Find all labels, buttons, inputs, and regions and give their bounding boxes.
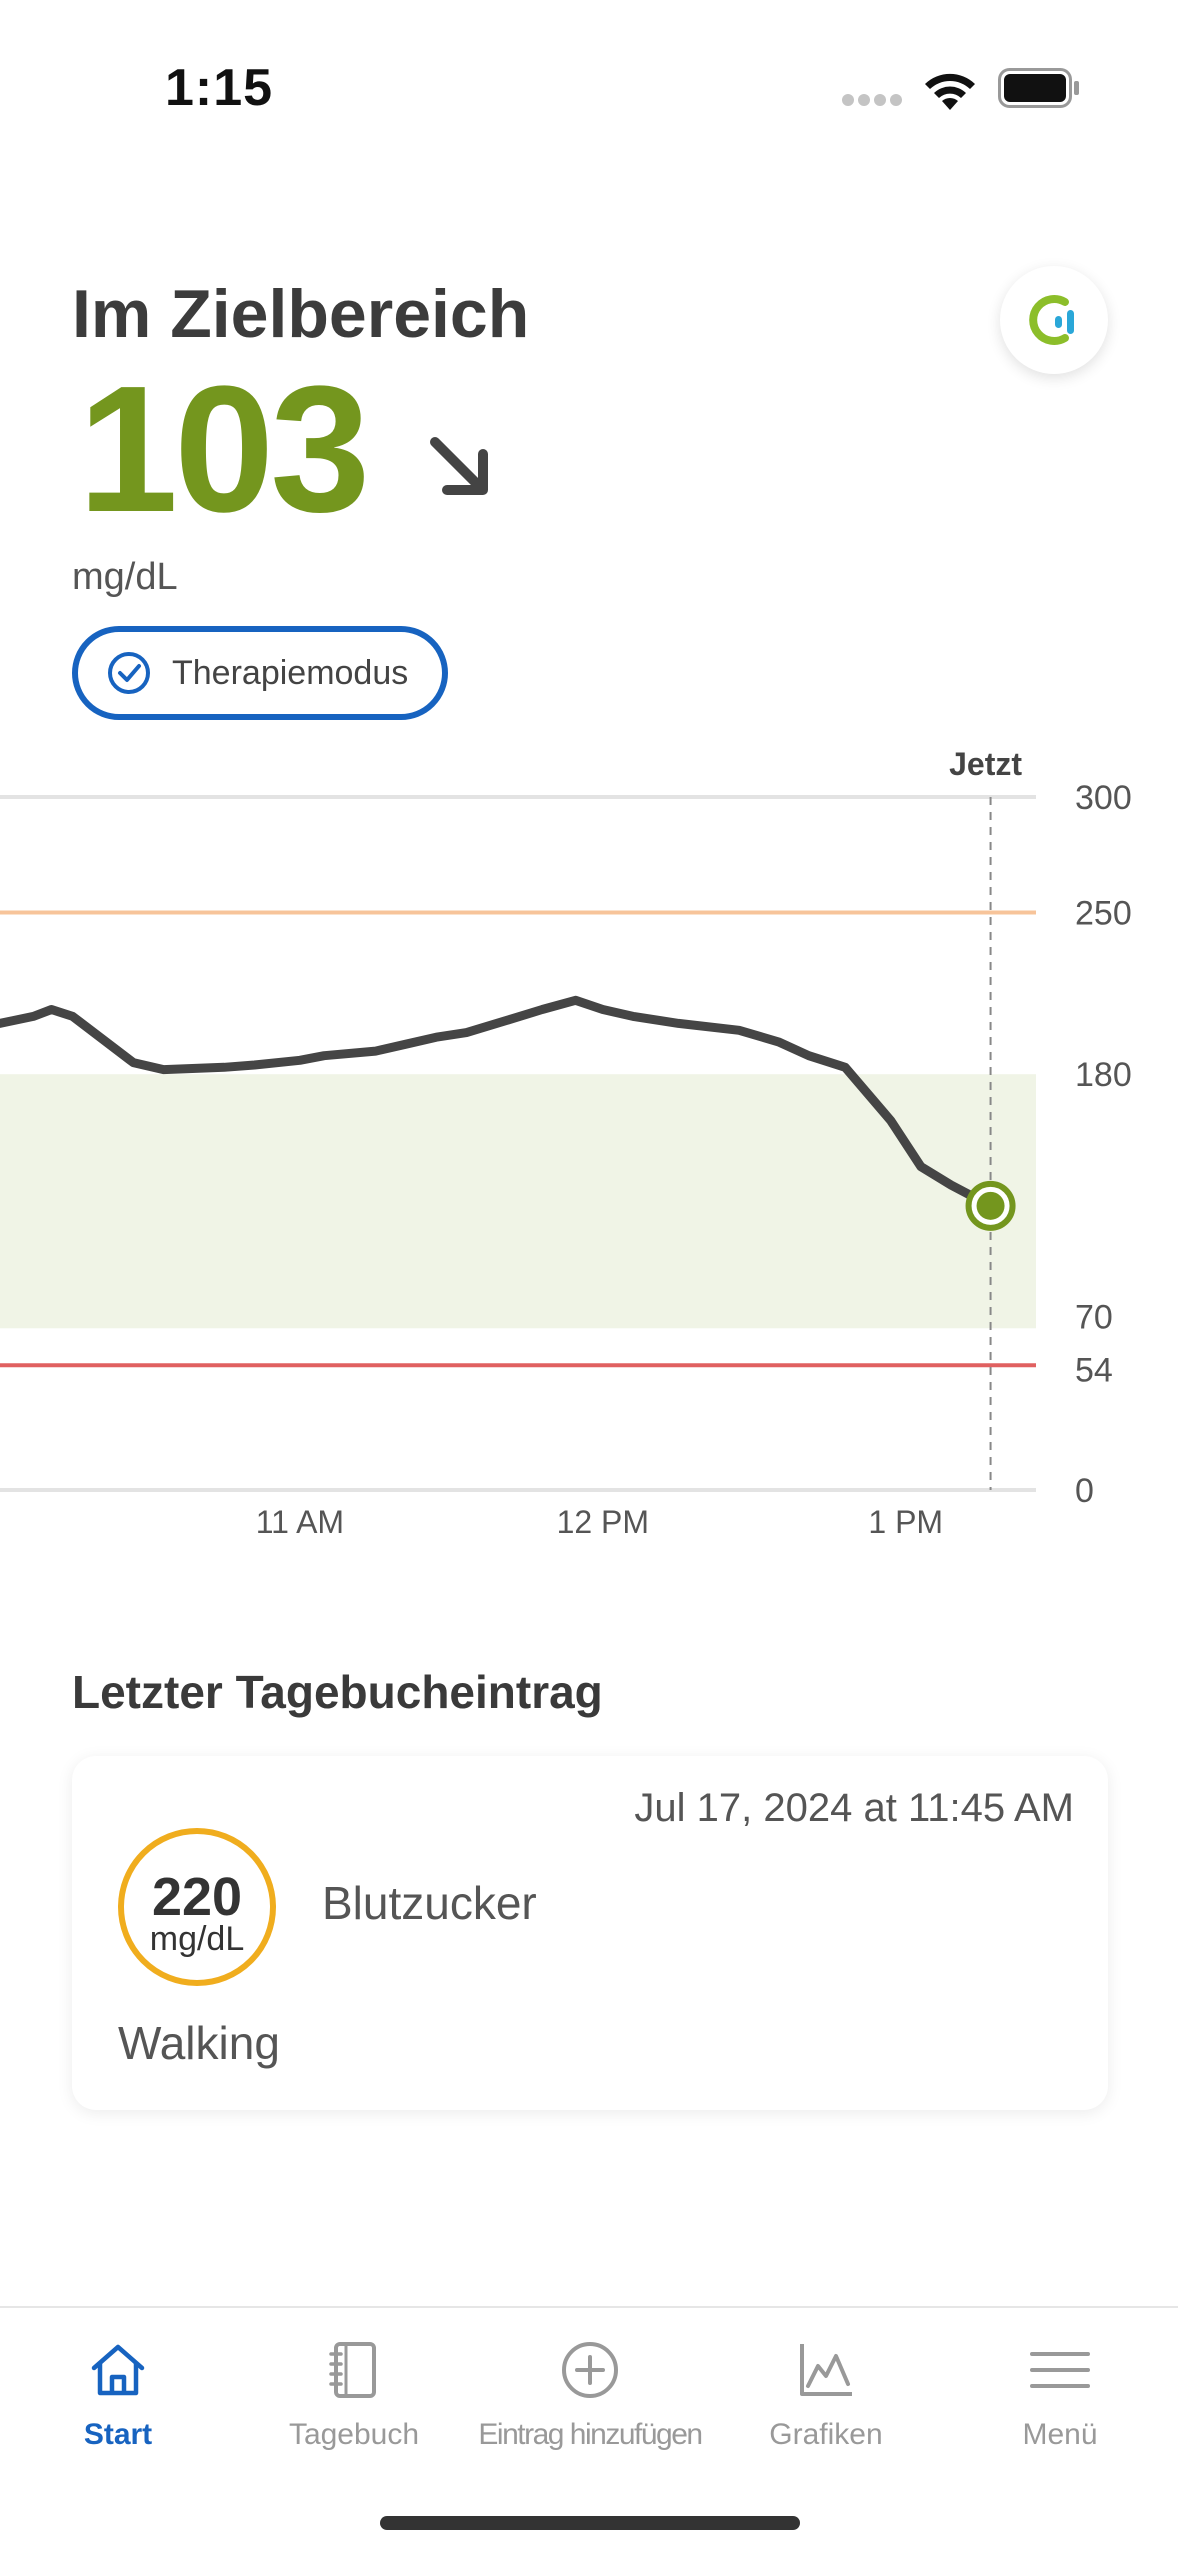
x-tick-label: 11 AM	[256, 1504, 344, 1540]
tab-label: Grafiken	[769, 2418, 883, 2451]
glucose-chart[interactable]: Jetzt 300 250 180 70 54 0 11 AM 12 PM 1 PM	[0, 740, 1178, 1560]
y-tick-label: 180	[1075, 1056, 1132, 1094]
entry-note: Walking	[118, 2017, 280, 2069]
tab-label: Tagebuch	[288, 2418, 420, 2451]
therapy-mode-button[interactable]: Therapiemodus	[72, 626, 448, 720]
y-tick-label: 300	[1075, 779, 1132, 817]
x-tick-label: 12 PM	[557, 1504, 649, 1540]
range-status-title: Im Zielbereich	[72, 276, 530, 352]
now-label: Jetzt	[949, 746, 1022, 782]
tab-label: Menü	[1022, 2418, 1098, 2451]
entry-unit: mg/dL	[149, 1920, 245, 1958]
tab-label: Start	[83, 2418, 153, 2451]
y-tick-label: 250	[1075, 895, 1132, 933]
therapy-mode-label: Therapiemodus	[172, 653, 409, 692]
home-indicator	[380, 2516, 800, 2530]
tab-add-entry[interactable]: Eintrag hinzufügen	[472, 2338, 708, 2452]
app-logo-icon	[1029, 295, 1074, 345]
entry-date: Jul 17, 2024 at 11:45 AM	[634, 1786, 1074, 1830]
chart-icon	[800, 2344, 852, 2396]
tab-grafiken[interactable]: Grafiken	[708, 2338, 944, 2452]
glucose-chart-svg: Jetzt 300 250 180 70 54 0 11 AM 12 PM 1 PM	[0, 746, 1132, 1540]
wifi-icon	[925, 73, 975, 110]
arrow-down-right-icon	[430, 437, 488, 495]
app-logo-button[interactable]	[1000, 266, 1108, 374]
tab-label: Eintrag hinzufügen	[478, 2418, 703, 2451]
entry-value: 220	[151, 1867, 243, 1927]
tab-start[interactable]: Start	[0, 2338, 236, 2452]
menu-icon	[1030, 2352, 1090, 2388]
tab-tagebuch[interactable]: Tagebuch	[236, 2338, 472, 2452]
last-entry-section-title: Letzter Tagebucheintrag	[72, 1666, 603, 1718]
check-circle-icon	[108, 652, 150, 694]
home-icon	[91, 2344, 145, 2396]
entry-value-badge: 220 mg/dL	[118, 1828, 276, 1986]
plus-circle-icon	[562, 2342, 618, 2398]
current-reading-dot	[976, 1191, 1005, 1220]
battery-icon	[998, 68, 1079, 108]
last-entry-card[interactable]: Jul 17, 2024 at 11:45 AM 220 mg/dL Blutz…	[72, 1756, 1108, 2110]
y-tick-label: 54	[1075, 1351, 1113, 1389]
tab-menu[interactable]: Menü	[942, 2338, 1178, 2452]
y-tick-label: 70	[1075, 1298, 1113, 1336]
notebook-icon	[329, 2342, 376, 2398]
entry-type: Blutzucker	[322, 1877, 537, 1929]
current-glucose-value: 103	[78, 349, 370, 550]
glucose-unit: mg/dL	[72, 556, 178, 598]
status-time: 1:15	[165, 59, 274, 117]
x-tick-label: 1 PM	[868, 1504, 943, 1540]
cellular-signal-icon	[842, 94, 904, 108]
y-tick-label: 0	[1075, 1472, 1094, 1510]
status-bar: 1:15	[0, 0, 1178, 175]
